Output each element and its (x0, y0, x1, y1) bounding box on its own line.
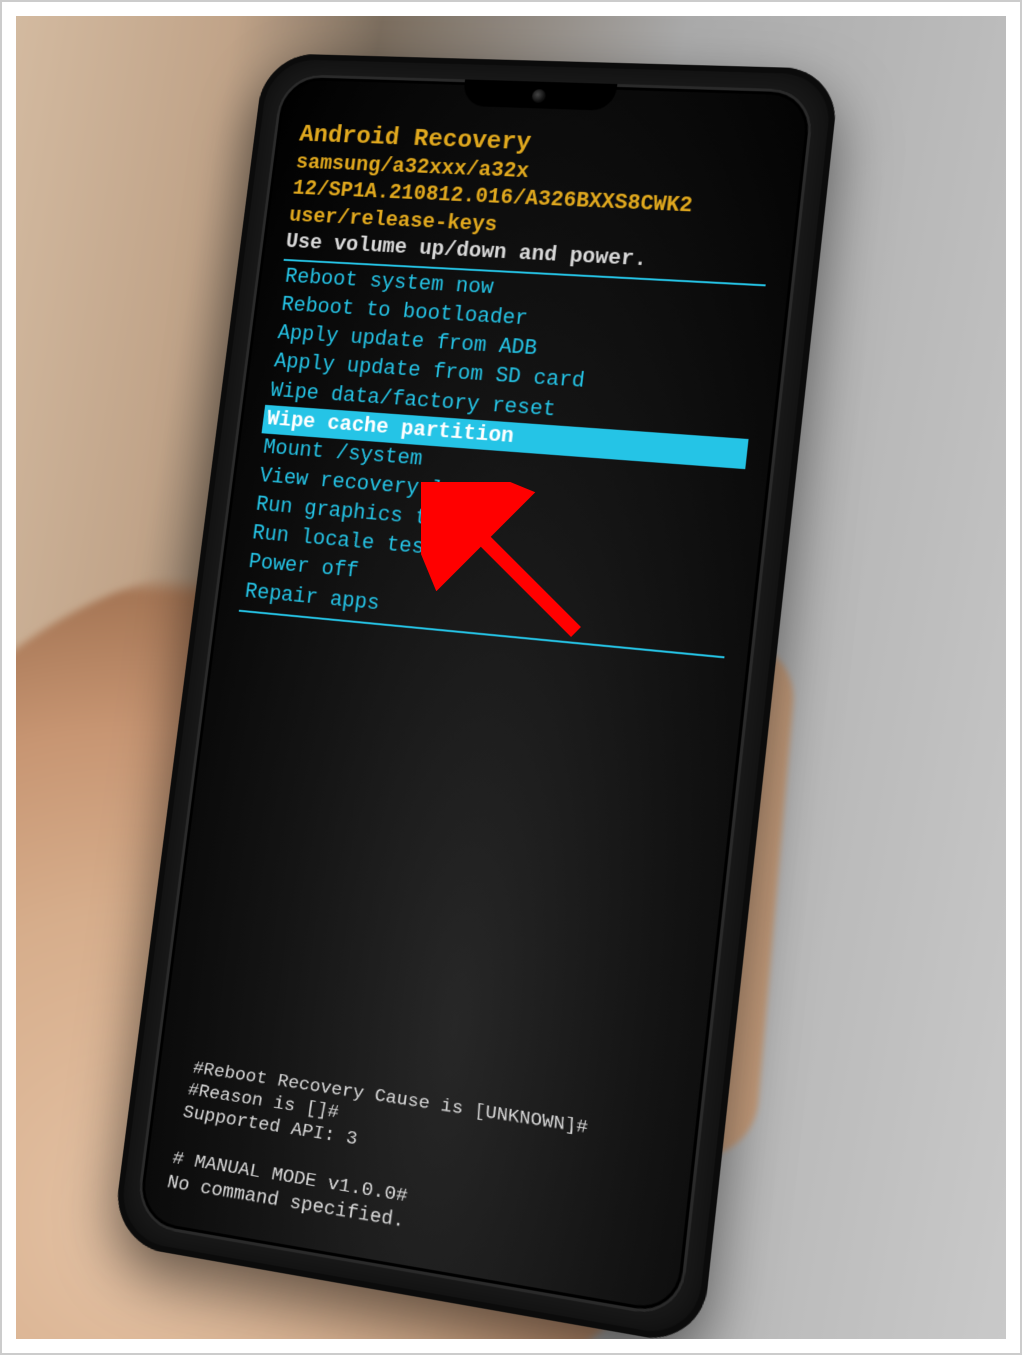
recovery-menu: Reboot system nowReboot to bootloaderApp… (240, 263, 766, 652)
phone: Android Recovery samsung/a32xxx/a32x 12/… (135, 74, 816, 1319)
photo-background: Android Recovery samsung/a32xxx/a32x 12/… (16, 16, 1006, 1339)
image-frame: Android Recovery samsung/a32xxx/a32x 12/… (0, 0, 1022, 1355)
